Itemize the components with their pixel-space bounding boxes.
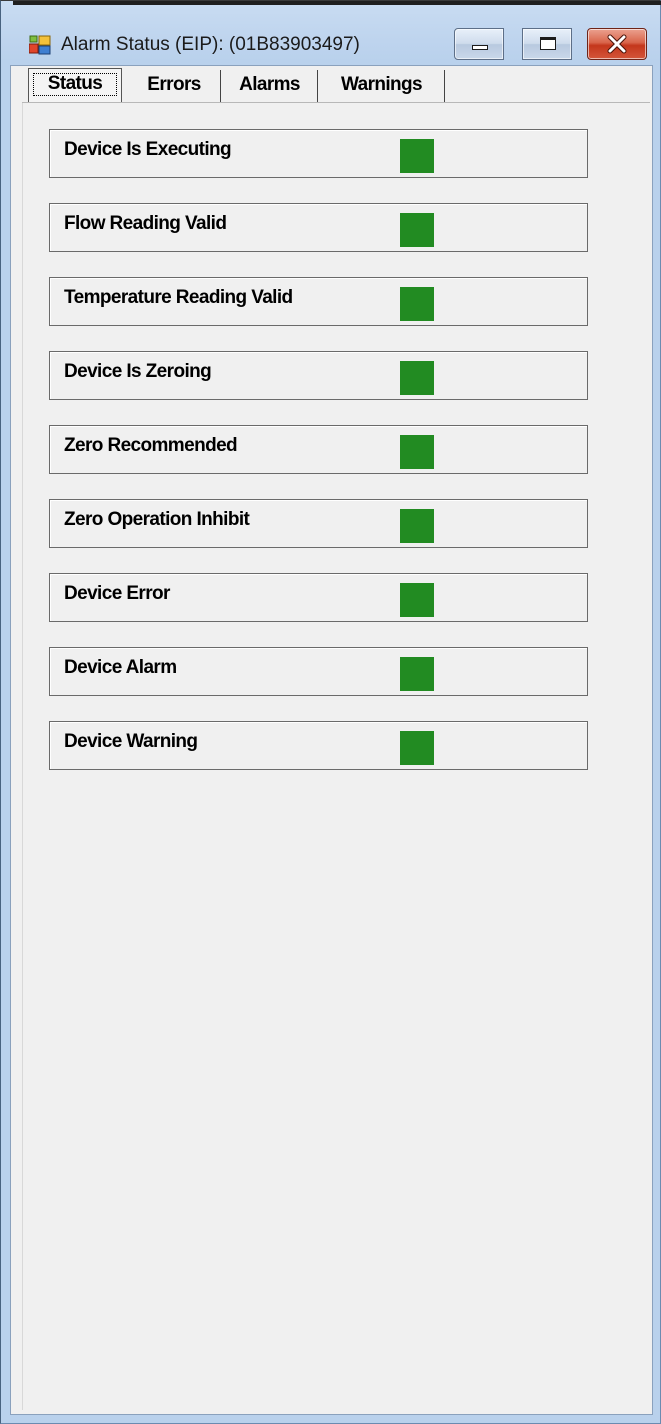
status-label: Device Warning xyxy=(64,731,198,752)
tab-status-label: Status xyxy=(47,73,103,94)
tab-warnings[interactable]: Warnings xyxy=(319,70,445,102)
status-row-flow-reading-valid: Flow Reading Valid xyxy=(49,203,588,252)
status-label: Device Alarm xyxy=(64,657,177,678)
status-label: Device Is Zeroing xyxy=(64,361,212,382)
status-indicator xyxy=(400,657,434,691)
window-top-edge xyxy=(13,1,661,5)
minimize-button[interactable] xyxy=(454,28,504,60)
status-indicator xyxy=(400,139,434,173)
minimize-icon xyxy=(472,45,488,50)
status-row-temperature-reading-valid: Temperature Reading Valid xyxy=(49,277,588,326)
status-row-device-alarm: Device Alarm xyxy=(49,647,588,696)
status-label: Zero Operation Inhibit xyxy=(64,509,250,530)
close-icon xyxy=(607,34,627,54)
maximize-button[interactable] xyxy=(522,28,572,60)
tab-warnings-label: Warnings xyxy=(340,74,423,95)
maximize-icon xyxy=(540,37,556,50)
status-indicator xyxy=(400,361,434,395)
status-indicator xyxy=(400,731,434,765)
status-label: Device Error xyxy=(64,583,170,604)
status-label: Temperature Reading Valid xyxy=(64,287,293,308)
status-indicator xyxy=(400,213,434,247)
status-label: Device Is Executing xyxy=(64,139,232,160)
tab-errors-label: Errors xyxy=(147,74,201,95)
status-row-device-is-executing: Device Is Executing xyxy=(49,129,588,178)
status-row-zero-recommended: Zero Recommended xyxy=(49,425,588,474)
status-indicator xyxy=(400,435,434,469)
status-label: Flow Reading Valid xyxy=(64,213,227,234)
status-row-device-error: Device Error xyxy=(49,573,588,622)
status-row-device-is-zeroing: Device Is Zeroing xyxy=(49,351,588,400)
window-title: Alarm Status (EIP): (01B83903497) xyxy=(61,34,360,55)
close-button[interactable] xyxy=(587,28,647,60)
status-indicator xyxy=(400,583,434,617)
tab-errors[interactable]: Errors xyxy=(128,70,221,102)
status-indicator xyxy=(400,509,434,543)
status-row-device-warning: Device Warning xyxy=(49,721,588,770)
status-label: Zero Recommended xyxy=(64,435,238,456)
status-indicator xyxy=(400,287,434,321)
tab-alarms[interactable]: Alarms xyxy=(222,70,318,102)
tab-status[interactable]: Status xyxy=(28,68,122,102)
application-window-icon[interactable] xyxy=(29,35,51,55)
tab-alarms-label: Alarms xyxy=(239,74,300,95)
tab-strip-divider xyxy=(22,102,650,103)
status-row-zero-operation-inhibit: Zero Operation Inhibit xyxy=(49,499,588,548)
